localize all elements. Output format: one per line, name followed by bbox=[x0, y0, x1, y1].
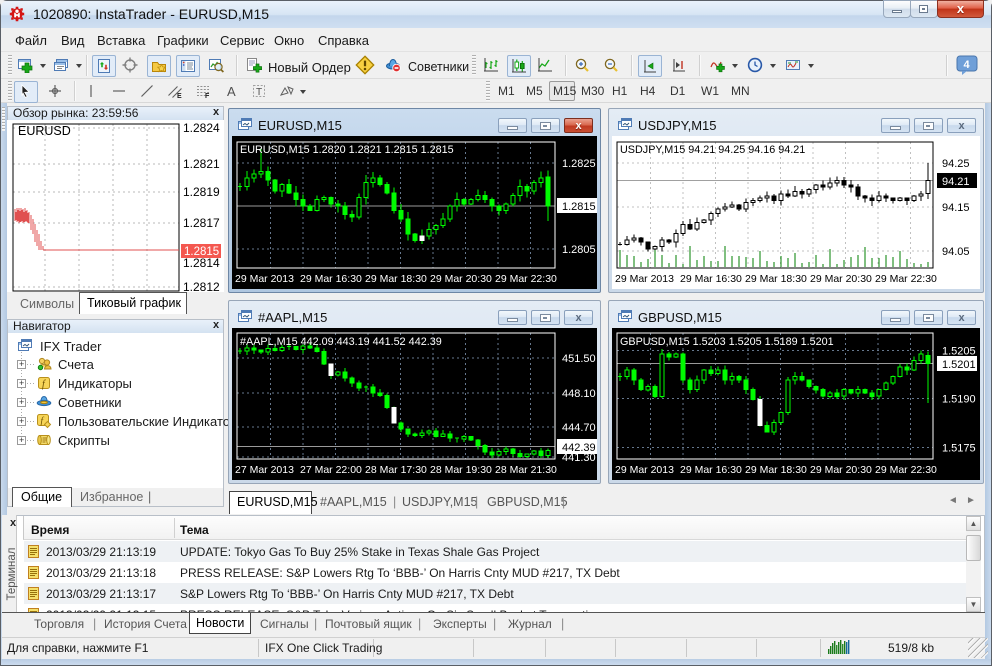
svg-text:27 Mar 22:00: 27 Mar 22:00 bbox=[300, 464, 362, 476]
svg-text:29 Mar 22:30: 29 Mar 22:30 bbox=[875, 464, 937, 476]
svg-text:451.50: 451.50 bbox=[562, 353, 596, 365]
svg-text:1.2812: 1.2812 bbox=[183, 280, 220, 292]
svg-text:29 Mar 16:30: 29 Mar 16:30 bbox=[300, 273, 362, 285]
svg-text:29 Mar 18:30: 29 Mar 18:30 bbox=[745, 464, 807, 476]
svg-text:94.25: 94.25 bbox=[942, 158, 970, 170]
svg-text:29 Mar 20:30: 29 Mar 20:30 bbox=[430, 273, 492, 285]
svg-text:EURUSD: EURUSD bbox=[18, 124, 71, 138]
svg-text:1.2814: 1.2814 bbox=[183, 256, 220, 270]
svg-text:29 Mar 22:30: 29 Mar 22:30 bbox=[875, 273, 937, 285]
svg-text:29 Mar 16:30: 29 Mar 16:30 bbox=[680, 273, 742, 285]
svg-text:1.2817: 1.2817 bbox=[183, 216, 220, 230]
svg-text:1.5205: 1.5205 bbox=[942, 346, 976, 358]
svg-text:1.2815: 1.2815 bbox=[562, 201, 596, 213]
svg-text:29 Mar 2013: 29 Mar 2013 bbox=[615, 273, 674, 285]
svg-text:1.2824: 1.2824 bbox=[183, 121, 220, 135]
svg-text:A: A bbox=[227, 84, 236, 99]
svg-text:USDJPY,M15 94.21 94.25 94.16: USDJPY,M15 94.21 94.25 94.16 94.21 bbox=[620, 144, 805, 156]
svg-text:27 Mar 2013: 27 Mar 2013 bbox=[235, 464, 294, 476]
svg-text:29 Mar 18:30: 29 Mar 18:30 bbox=[745, 273, 807, 285]
svg-text:1.2819: 1.2819 bbox=[183, 185, 220, 199]
svg-text:4: 4 bbox=[964, 59, 971, 71]
svg-text:29 Mar 2013: 29 Mar 2013 bbox=[615, 464, 674, 476]
svg-text:1.5190: 1.5190 bbox=[942, 394, 976, 406]
svg-text:#AAPL,M15 442.09 443.19 441.5: #AAPL,M15 442.09 443.19 441.52 442.39 bbox=[240, 336, 442, 348]
svg-text:1.2815: 1.2815 bbox=[184, 246, 219, 258]
svg-text:29 Mar 18:30: 29 Mar 18:30 bbox=[365, 273, 427, 285]
svg-text:1.5201: 1.5201 bbox=[942, 359, 976, 371]
svg-text:29 Mar 20:30: 29 Mar 20:30 bbox=[810, 464, 872, 476]
svg-text:444.70: 444.70 bbox=[562, 422, 596, 434]
svg-text:GBPUSD,M15 1.5203 1.5205 1.51: GBPUSD,M15 1.5203 1.5205 1.5189 1.5201 bbox=[620, 336, 834, 348]
svg-text:1.2825: 1.2825 bbox=[562, 158, 596, 170]
svg-text:29 Mar 16:30: 29 Mar 16:30 bbox=[680, 464, 742, 476]
svg-text:94.21: 94.21 bbox=[942, 176, 970, 188]
svg-text:28 Mar 17:30: 28 Mar 17:30 bbox=[365, 464, 427, 476]
svg-text:94.15: 94.15 bbox=[942, 202, 970, 214]
svg-text:29 Mar 22:30: 29 Mar 22:30 bbox=[495, 273, 557, 285]
svg-text:28 Mar 21:30: 28 Mar 21:30 bbox=[495, 464, 557, 476]
svg-text:94.05: 94.05 bbox=[942, 246, 970, 258]
svg-text:F: F bbox=[205, 93, 210, 99]
svg-text:T: T bbox=[256, 87, 262, 98]
svg-text:28 Mar 19:30: 28 Mar 19:30 bbox=[430, 464, 492, 476]
svg-text:29 Mar 20:30: 29 Mar 20:30 bbox=[810, 273, 872, 285]
svg-text:EURUSD,M15 1.2820 1.2821 1.28: EURUSD,M15 1.2820 1.2821 1.2815 1.2815 bbox=[240, 144, 454, 156]
svg-text:1.5175: 1.5175 bbox=[942, 443, 976, 455]
svg-text:1.2821: 1.2821 bbox=[183, 157, 220, 171]
svg-text:E: E bbox=[177, 93, 182, 99]
svg-text:29 Mar 2013: 29 Mar 2013 bbox=[235, 273, 294, 285]
svg-text:1.2805: 1.2805 bbox=[562, 244, 596, 256]
svg-text:442.39: 442.39 bbox=[562, 442, 596, 454]
svg-text:448.10: 448.10 bbox=[562, 388, 596, 400]
